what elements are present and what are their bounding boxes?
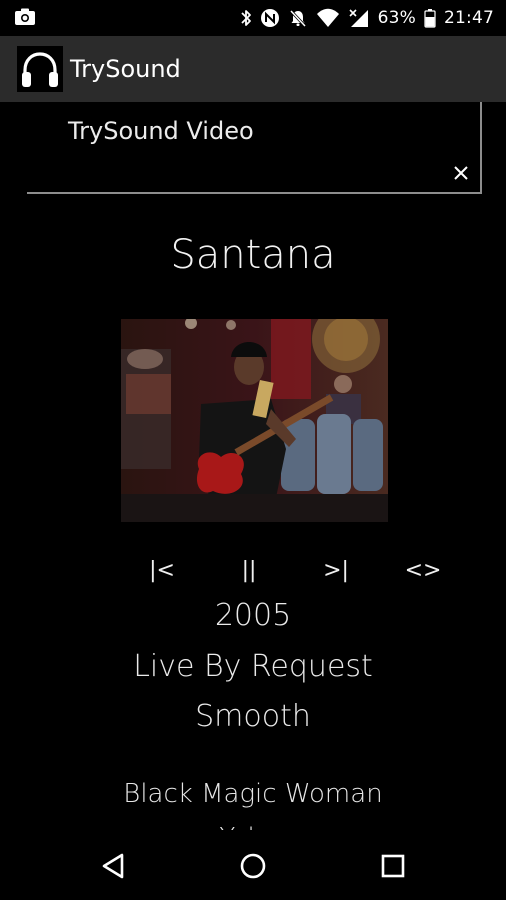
playlist[interactable]: Black Magic Woman Yaleo [0, 772, 506, 830]
app-title: TrySound [70, 55, 181, 83]
back-icon[interactable] [98, 850, 130, 882]
release-year: 2005 [214, 598, 292, 633]
headphones-icon [17, 46, 63, 92]
status-time: 21:47 [444, 8, 494, 28]
status-bar: 63% 21:47 [0, 0, 506, 36]
status-right: 63% 21:47 [240, 0, 494, 36]
cellular-signal-icon [348, 8, 370, 28]
video-banner-title: TrySound Video [68, 117, 254, 145]
battery-icon [424, 8, 436, 28]
video-banner[interactable]: TrySound Video [27, 102, 482, 194]
artist-name: Santana [170, 232, 336, 278]
wifi-icon [316, 8, 340, 28]
previous-button[interactable]: |< [149, 558, 175, 583]
bluetooth-icon [240, 8, 252, 28]
battery-percent: 63% [377, 8, 416, 28]
video-thumbnail[interactable] [121, 319, 388, 522]
track-title: Smooth [195, 699, 311, 734]
status-left [14, 7, 36, 31]
app-bar: TrySound [0, 36, 506, 102]
home-icon[interactable] [237, 850, 269, 882]
nfc-icon [260, 8, 280, 28]
list-item[interactable]: Black Magic Woman [0, 772, 506, 816]
pause-button[interactable]: || [242, 558, 257, 583]
album-title: Live By Request [133, 649, 373, 684]
next-button[interactable]: >| [323, 558, 349, 583]
toggle-button[interactable]: <> [405, 558, 442, 583]
close-icon[interactable] [452, 164, 470, 182]
list-item[interactable]: Yaleo [0, 816, 506, 830]
camera-icon [14, 8, 36, 31]
navigation-bar [0, 830, 506, 900]
do-not-disturb-icon [288, 8, 308, 28]
recents-icon[interactable] [377, 850, 409, 882]
playback-controls: |< || >| <> [0, 558, 506, 586]
